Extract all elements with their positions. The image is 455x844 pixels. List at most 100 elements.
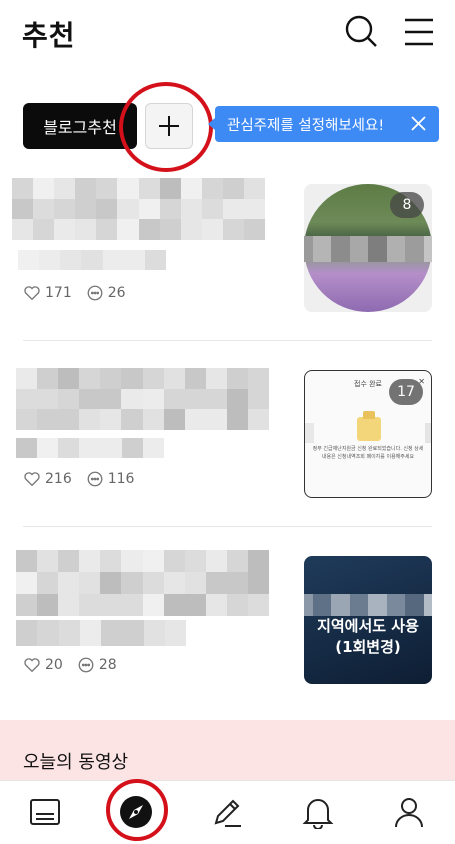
blur-cell (121, 572, 143, 594)
blog-recommend-label: 블로그추천 (43, 118, 117, 137)
feed-icon (30, 799, 60, 825)
bottom-nav (0, 779, 455, 844)
blur-cell (33, 198, 55, 220)
blur-cell (180, 219, 202, 240)
nav-feed[interactable] (28, 795, 62, 829)
blur-cell (184, 572, 206, 594)
search-icon[interactable] (344, 14, 378, 48)
comment-icon[interactable] (86, 284, 104, 302)
nav-profile[interactable] (392, 795, 426, 829)
like-count: 20 (45, 657, 63, 673)
blur-cell (184, 368, 206, 389)
blur-cell (58, 409, 80, 430)
blur-cell (205, 550, 227, 572)
blur-cell (79, 409, 101, 430)
blur-cell (144, 250, 166, 270)
blur-cell (142, 594, 164, 616)
blur-cell (205, 572, 227, 594)
blur-cell (222, 219, 244, 240)
post-thumbnail[interactable]: 접수 완료 ✕ 정부 긴급재난지원금 신청 완료되었습니다. 신청 상세내용은 … (304, 370, 432, 498)
blur-cell (79, 572, 101, 594)
close-icon[interactable] (410, 115, 427, 132)
blur-cell (121, 388, 143, 410)
blur-cell (37, 620, 59, 646)
blur-cell (100, 572, 122, 594)
menu-icon[interactable] (403, 14, 437, 48)
blur-cell (142, 572, 164, 594)
feed-item[interactable]: 216 116 접수 완료 ✕ 정부 긴급재난지원금 신청 완료되었습니다. 신… (0, 356, 455, 526)
feed-item[interactable]: 171 26 8 (0, 170, 455, 340)
blur-cell (79, 594, 101, 616)
heart-icon[interactable] (23, 284, 41, 302)
blur-cell (117, 178, 139, 199)
blur-cell (16, 388, 38, 410)
blur-cell (184, 550, 206, 572)
blur-cell (159, 198, 181, 220)
nav-explore[interactable] (119, 795, 153, 829)
blur-cell (243, 178, 265, 199)
blur-cell (58, 388, 80, 410)
blur-cell (79, 620, 101, 646)
blur-cell (159, 219, 181, 240)
blur-cell (201, 219, 223, 240)
blur-cell (180, 178, 202, 199)
blur-cell (247, 388, 269, 410)
comment-icon[interactable] (86, 470, 104, 488)
blur-cell (33, 178, 55, 199)
blurred-title (16, 550, 269, 616)
blur-cell (18, 250, 40, 270)
blur-cell (247, 550, 269, 572)
feed-item[interactable]: 20 28 지역에서도 사용 (1회변경) (0, 542, 455, 712)
comment-icon[interactable] (77, 656, 95, 674)
blur-cell (96, 219, 118, 240)
blur-cell (226, 594, 248, 616)
blur-cell (247, 594, 269, 616)
comment-count: 28 (98, 657, 117, 673)
blur-cell (79, 438, 101, 458)
video-section[interactable]: 오늘의 동영상 (0, 720, 455, 782)
blur-cell (16, 409, 38, 430)
blur-cell (117, 219, 139, 240)
blur-cell (163, 594, 185, 616)
post-thumbnail[interactable]: 8 (304, 184, 432, 312)
blur-cell (58, 594, 80, 616)
blur-cell (96, 198, 118, 220)
blur-cell (143, 620, 165, 646)
blur-cell (201, 198, 223, 220)
blog-recommend-chip[interactable]: 블로그추천 (23, 103, 137, 149)
blur-cell (58, 620, 80, 646)
comment-count: 116 (107, 471, 135, 487)
blur-cell (122, 620, 144, 646)
nav-write[interactable] (210, 795, 244, 829)
blur-cell (205, 594, 227, 616)
post-thumbnail[interactable]: 지역에서도 사용 (1회변경) (304, 556, 432, 684)
nav-notifications[interactable] (301, 795, 335, 830)
blur-cell (100, 409, 122, 430)
blur-cell (184, 409, 206, 430)
blur-cell (138, 198, 160, 220)
blur-cell (163, 550, 185, 572)
blur-cell (243, 198, 265, 220)
add-topic-button[interactable] (145, 103, 193, 149)
heart-icon[interactable] (23, 470, 41, 488)
heart-icon[interactable] (23, 656, 41, 674)
blur-cell (37, 368, 59, 389)
like-count: 171 (45, 285, 72, 301)
blur-cell (163, 368, 185, 389)
blur-cell (180, 198, 202, 220)
blur-cell (205, 409, 227, 430)
blur-cell (121, 594, 143, 616)
blur-cell (247, 368, 269, 389)
image-count-badge: 8 (390, 192, 424, 218)
blur-cell (201, 178, 223, 199)
blurred-blog-name (16, 438, 164, 458)
interest-topic-tooltip[interactable]: 관심주제를 설정해보세요! (208, 106, 439, 142)
blurred-strip (304, 236, 432, 262)
feed-meta: 171 26 (23, 284, 126, 302)
blur-cell (184, 388, 206, 410)
blur-cell (58, 438, 80, 458)
blur-cell (247, 409, 269, 430)
thumbnail-doc-text: 정부 긴급재난지원금 신청 완료되었습니다. 신청 상세내용은 신청내역조회 페… (312, 446, 424, 460)
blur-cell (37, 388, 59, 410)
blurred-strip (305, 423, 431, 443)
